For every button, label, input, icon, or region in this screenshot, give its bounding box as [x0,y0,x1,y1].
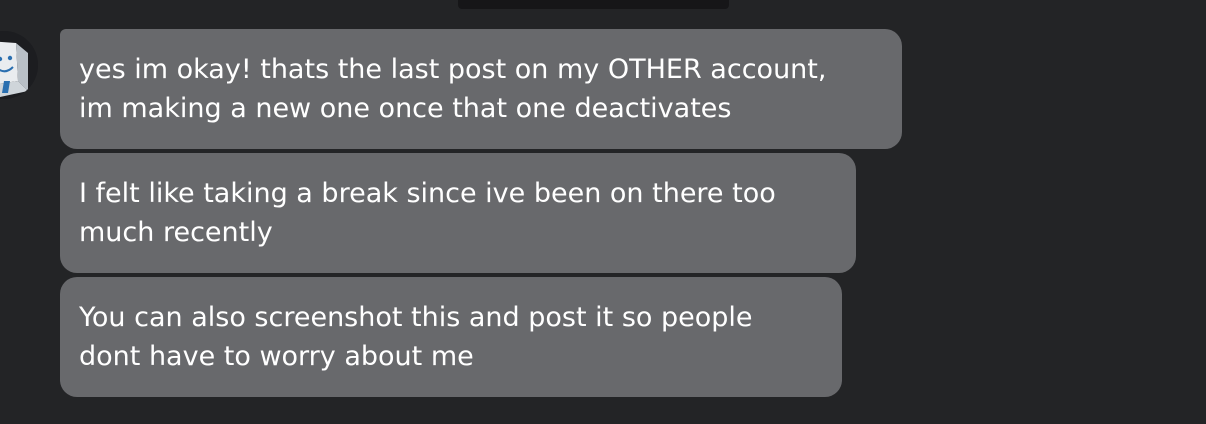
avatar[interactable] [0,31,38,99]
robot-avatar-icon [0,31,38,99]
message-bubble[interactable]: I felt like taking a break since ive bee… [60,153,856,273]
message-text-line: dont have to worry about me [79,341,474,372]
message-text-line: much recently [79,217,273,248]
message-text-line: You can also screenshot this and post it… [79,302,753,333]
message-bubble[interactable]: yes im okay! thats the last post on my O… [60,29,902,149]
chat-view: yes im okay! thats the last post on my O… [0,0,1206,424]
message-bubble[interactable]: You can also screenshot this and post it… [60,277,842,397]
message-text-line: im making a new one once that one deacti… [79,93,732,124]
message-text-line: yes im okay! thats the last post on my O… [79,54,827,85]
top-header-tab [458,0,729,9]
message-text-line: I felt like taking a break since ive bee… [79,178,776,209]
